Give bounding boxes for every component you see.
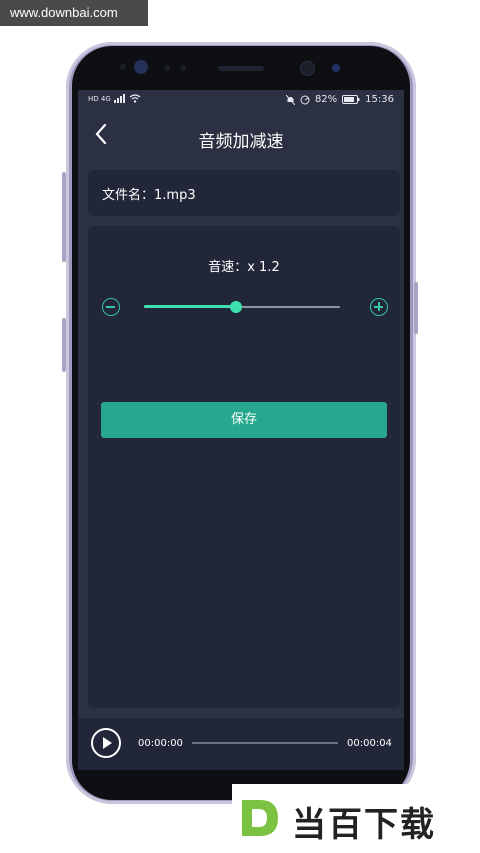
speed-slider[interactable]	[144, 300, 340, 314]
sensor-dot	[332, 64, 340, 72]
screen-bezel: HD 4G 82% 15:36 音频加减速 文件名：1.mp3 音速：x 1.2…	[72, 46, 410, 800]
iris-scanner	[300, 61, 315, 76]
network-label: HD 4G	[88, 94, 111, 103]
signal-icon	[113, 94, 125, 103]
play-icon	[103, 737, 112, 749]
wifi-icon	[129, 94, 141, 103]
current-time: 00:00:00	[138, 738, 183, 749]
sensor-dot	[180, 65, 186, 71]
speed-panel: 音速：x 1.2 保存	[88, 226, 400, 708]
battery-percent: 82%	[314, 94, 338, 105]
app-screen: HD 4G 82% 15:36 音频加减速 文件名：1.mp3 音速：x 1.2…	[78, 90, 404, 770]
speed-label: 音速：x 1.2	[208, 260, 280, 275]
earpiece-speaker	[218, 66, 264, 71]
front-sensors	[72, 46, 410, 90]
front-camera	[134, 60, 148, 74]
minus-icon	[106, 306, 115, 308]
sensor-dot	[120, 64, 126, 70]
clock: 15:36	[365, 94, 394, 105]
status-bar: HD 4G 82% 15:36	[78, 90, 404, 110]
status-right: 82% 15:36	[285, 94, 394, 105]
plus-icon-vertical	[378, 302, 380, 311]
save-button[interactable]: 保存	[101, 402, 387, 438]
status-left: HD 4G	[88, 94, 141, 103]
play-button[interactable]	[91, 728, 121, 758]
watermark: www.downbai.com	[0, 0, 148, 26]
playback-progress-bar[interactable]	[192, 742, 338, 744]
phone-volume-button	[62, 172, 66, 262]
audio-player: 00:00:00 00:00:04	[78, 718, 404, 770]
phone-power-button	[414, 282, 418, 334]
increase-speed-button[interactable]	[370, 298, 388, 316]
file-name-label: 文件名：1.mp3	[102, 188, 196, 203]
slider-thumb[interactable]	[230, 301, 243, 313]
site-logo: 当百下载	[232, 784, 480, 853]
total-time: 00:00:04	[347, 738, 392, 749]
decrease-speed-button[interactable]	[102, 298, 120, 316]
logo-text: 当百下载	[292, 805, 436, 845]
slider-fill	[144, 305, 237, 308]
phone-side-button	[62, 318, 66, 372]
logo-d-icon	[242, 800, 278, 836]
speed-gauge-icon	[300, 95, 310, 104]
mute-bell-icon	[285, 94, 295, 105]
app-header: 音频加减速	[78, 110, 404, 162]
sensor-dot	[164, 65, 170, 71]
battery-icon	[342, 95, 360, 104]
file-info-card: 文件名：1.mp3	[88, 170, 400, 216]
page-title: 音频加减速	[198, 132, 284, 152]
